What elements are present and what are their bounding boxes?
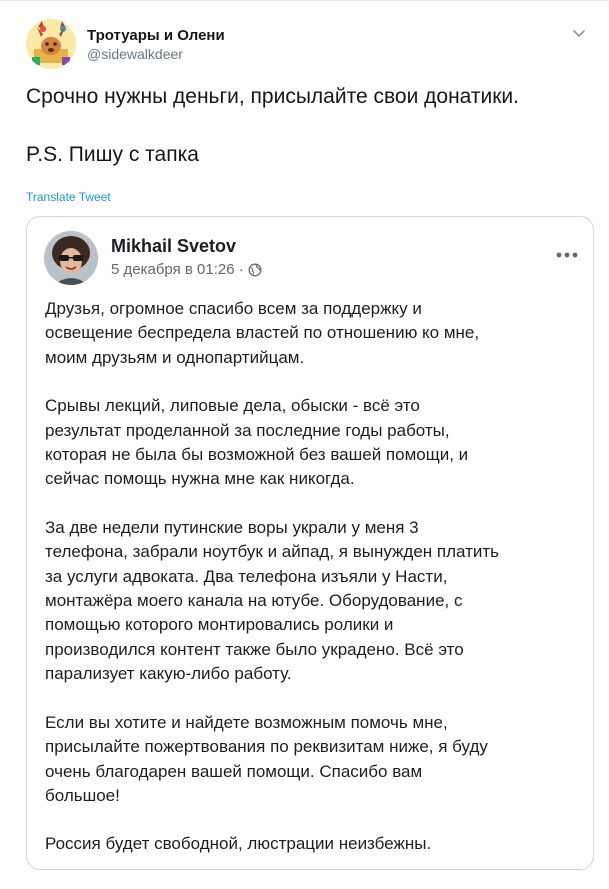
translate-tweet-link[interactable]: Translate Tweet	[26, 190, 111, 204]
fb-line: очень благодарен вашей помощи. Спасибо в…	[45, 761, 423, 781]
tweet-text: Срочно нужны деньги, присылайте свои дон…	[26, 83, 586, 169]
user-avatar[interactable]	[26, 19, 76, 69]
fb-line: присылайте пожертвования по реквизитам н…	[45, 737, 488, 757]
chevron-down-icon[interactable]	[571, 25, 587, 41]
fb-line: освещение беспредела властей по отношени…	[45, 323, 480, 343]
fb-author-avatar[interactable]	[44, 231, 98, 285]
person-avatar-icon	[44, 231, 98, 285]
fb-paragraph: Россия будет свободной, люстрации неизбе…	[45, 832, 585, 856]
fb-line: за услуги адвоката. Два телефона изъяли …	[45, 566, 448, 586]
tweet-text-ps: P.S. Пишу с тапка	[26, 143, 199, 166]
tweet-author-handle[interactable]: @sidewalkdeer	[87, 46, 183, 62]
embedded-post-card[interactable]: Mikhail Svetov 5 декабря в 01:26 · Друзь…	[26, 216, 594, 870]
cartoon-deer-avatar-icon	[26, 19, 76, 69]
fb-paragraph: За две недели путинские воры украли у ме…	[45, 516, 585, 687]
fb-post-meta: 5 декабря в 01:26 ·	[111, 261, 262, 278]
fb-line: парализует какую-либо работу.	[45, 664, 292, 684]
tweet-text-line: Срочно нужны деньги, присылайте свои дон…	[26, 85, 519, 108]
fb-line: сейчас помощь нужна мне как никогда.	[45, 469, 355, 489]
fb-line: телефона, забрали ноутбук и айпад, я вын…	[45, 542, 500, 562]
fb-author-name[interactable]: Mikhail Svetov	[111, 236, 236, 257]
fb-line: Друзья, огромное спасибо всем за поддерж…	[45, 299, 422, 318]
fb-post-body: Друзья, огромное спасибо всем за поддерж…	[45, 297, 585, 869]
tweet-header: Тротуары и Олени @sidewalkdeer	[26, 19, 586, 71]
fb-line: которая не была бы возможной без вашей п…	[45, 445, 469, 465]
tweet-author-name[interactable]: Тротуары и Олени	[87, 27, 225, 44]
fb-post-date[interactable]: 5 декабря в 01:26	[111, 261, 235, 278]
fb-line: моим друзьям и однопартийцам.	[45, 347, 305, 367]
fb-line: результат проделанной за последние годы …	[45, 420, 450, 440]
fb-paragraph: Срывы лекций, липовые дела, обыски - всё…	[45, 394, 585, 492]
fb-paragraph: Если вы хотите и найдете возможным помоч…	[45, 711, 585, 809]
fb-line: большое!	[45, 785, 120, 805]
fb-line: Срывы лекций, липовые дела, обыски - всё…	[45, 396, 420, 416]
more-dots-icon[interactable]	[556, 245, 578, 258]
fb-line: помощью которого монтировались ролики и	[45, 615, 394, 635]
fb-paragraph: Друзья, огромное спасибо всем за поддерж…	[45, 297, 585, 370]
globe-icon	[248, 263, 262, 277]
fb-line: монтажёра моего канала на ютубе. Оборудо…	[45, 591, 463, 611]
fb-line: За две недели путинские воры украли у ме…	[45, 517, 419, 537]
fb-line: Если вы хотите и найдете возможным помоч…	[45, 712, 448, 732]
fb-line: Россия будет свободной, люстрации неизбе…	[45, 834, 432, 854]
top-divider	[0, 0, 609, 1]
meta-separator: ·	[238, 261, 244, 278]
fb-line: производился контент также было украдено…	[45, 639, 464, 659]
